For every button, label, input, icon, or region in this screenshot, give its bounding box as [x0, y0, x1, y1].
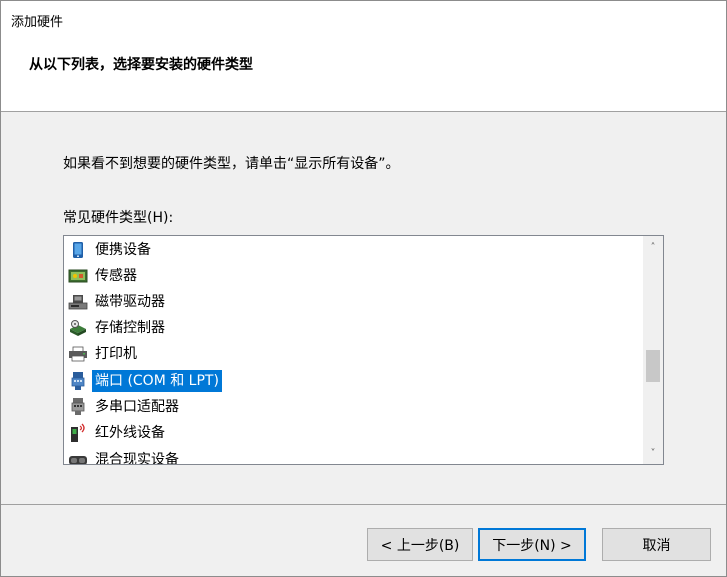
list-item[interactable]: 传感器	[68, 263, 140, 289]
list-item[interactable]: 混合现实设备	[68, 447, 182, 464]
scroll-up-arrow-icon[interactable]: ˄	[643, 238, 663, 256]
hardware-type-listbox[interactable]: 便携设备 传感器 磁带驱动器 存储控制器 打印机 端口 (COM 和 LPT) …	[63, 235, 664, 465]
list-item-label: 传感器	[95, 268, 137, 284]
printer-icon	[68, 344, 88, 364]
scroll-thumb[interactable]	[646, 350, 660, 382]
list-scrollbar[interactable]: ˄ ˅	[643, 236, 663, 464]
wizard-header: 添加硬件 从以下列表，选择要安装的硬件类型	[1, 1, 726, 112]
sensor-icon	[68, 266, 88, 286]
list-item-label: 红外线设备	[95, 425, 165, 441]
cancel-button[interactable]: 取消	[602, 528, 711, 561]
multiport-serial-icon	[68, 397, 88, 417]
window-title: 添加硬件	[11, 15, 64, 30]
tape-drive-icon	[68, 292, 88, 312]
portable-device-icon	[68, 240, 88, 260]
add-hardware-dialog: 添加硬件 从以下列表，选择要安装的硬件类型 如果看不到想要的硬件类型，请单击“显…	[0, 0, 727, 577]
hardware-type-label: 常见硬件类型(H):	[63, 210, 174, 226]
scroll-down-arrow-icon[interactable]: ˅	[643, 444, 663, 462]
list-item[interactable]: 端口 (COM 和 LPT)	[68, 368, 222, 394]
list-item-label: 打印机	[95, 346, 137, 362]
storage-controller-icon	[68, 318, 88, 338]
list-item-label: 多串口适配器	[95, 399, 179, 415]
list-item[interactable]: 打印机	[68, 341, 140, 367]
list-item[interactable]: 红外线设备	[68, 420, 168, 446]
list-item[interactable]: 磁带驱动器	[68, 289, 168, 315]
back-button[interactable]: < 上一步(B)	[367, 528, 473, 561]
infrared-device-icon	[68, 423, 88, 443]
list-item-label: 磁带驱动器	[95, 294, 165, 310]
list-item[interactable]: 存储控制器	[68, 315, 168, 341]
list-item-label: 端口 (COM 和 LPT)	[92, 370, 222, 392]
next-button[interactable]: 下一步(N) >	[478, 528, 586, 561]
list-item-label: 存储控制器	[95, 320, 165, 336]
list-item[interactable]: 便携设备	[68, 237, 154, 263]
wizard-heading: 从以下列表，选择要安装的硬件类型	[29, 57, 253, 73]
hardware-type-list: 便携设备 传感器 磁带驱动器 存储控制器 打印机 端口 (COM 和 LPT) …	[64, 236, 642, 464]
port-icon	[68, 371, 88, 391]
list-item-label: 便携设备	[95, 242, 151, 258]
list-item-label: 混合现实设备	[95, 452, 179, 464]
footer-divider	[1, 504, 726, 505]
instruction-text: 如果看不到想要的硬件类型，请单击“显示所有设备”。	[63, 156, 400, 172]
mixed-reality-icon	[68, 450, 88, 464]
list-item[interactable]: 多串口适配器	[68, 394, 182, 420]
